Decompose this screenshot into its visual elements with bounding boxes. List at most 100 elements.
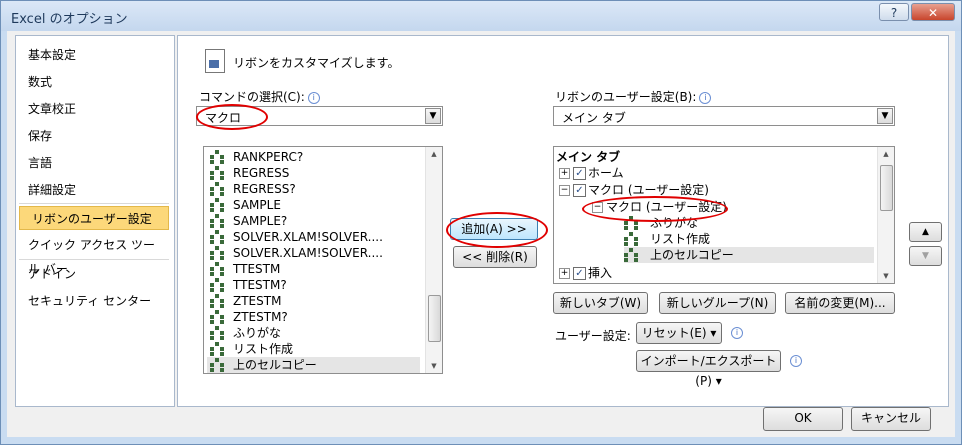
cancel-button[interactable]: キャンセル (851, 407, 931, 431)
command-list-item[interactable]: 上のセルコピー (207, 357, 420, 373)
nav-item-formulas[interactable]: 数式 (16, 70, 166, 94)
command-list-item[interactable]: ZTESTM (207, 293, 420, 309)
command-list-item[interactable]: REGRESS (207, 165, 420, 181)
title-bar: Excel のオプション ? ✕ (1, 1, 961, 31)
command-list-item[interactable]: リスト作成 (207, 341, 420, 357)
customize-ribbon-value: メイン タブ (562, 111, 626, 125)
checkbox-checked-icon[interactable]: ✓ (573, 267, 586, 280)
scroll-down-icon[interactable]: ▼ (878, 269, 894, 283)
nav-item-save[interactable]: 保存 (16, 124, 166, 148)
tree-child-item-label: リスト作成 (650, 232, 711, 246)
ribbon-tree-scrollbar[interactable]: ▲ ▼ (877, 147, 894, 283)
new-group-button[interactable]: 新しいグループ(N) (659, 292, 776, 314)
dialog-client: 基本設定 数式 文章校正 保存 言語 詳細設定 リボンのユーザー設定 クイック … (7, 31, 955, 437)
customize-ribbon-panel: リボンをカスタマイズします。 コマンドの選択(C): i マクロ ▼ ▲ ▼ RA… (177, 35, 949, 407)
command-list-item[interactable]: ZTESTM? (207, 309, 420, 325)
nav-item-language[interactable]: 言語 (16, 151, 166, 175)
new-tab-button[interactable]: 新しいタブ(W) (553, 292, 648, 314)
macro-icon (624, 248, 638, 262)
nav-item-proofing[interactable]: 文章校正 (16, 97, 166, 121)
category-nav: 基本設定 数式 文章校正 保存 言語 詳細設定 リボンのユーザー設定 クイック … (15, 35, 175, 407)
command-list-item[interactable]: REGRESS? (207, 181, 420, 197)
macro-icon (210, 230, 224, 244)
tree-child-item[interactable]: ふりがな (624, 215, 874, 231)
reset-button[interactable]: リセット(E) ▾ (636, 322, 722, 344)
command-list-item[interactable]: SAMPLE (207, 197, 420, 213)
command-list-item[interactable]: TTESTM? (207, 277, 420, 293)
tree-item-insert[interactable]: + ✓ 挿入 (559, 265, 869, 281)
choose-commands-dropdown[interactable]: マクロ ▼ (196, 106, 443, 126)
chevron-down-icon[interactable]: ▼ (877, 108, 893, 124)
help-button[interactable]: ? (879, 3, 909, 21)
command-list-item-label: TTESTM (233, 262, 281, 276)
command-list-item[interactable]: SOLVER.XLAM!SOLVER.... (207, 245, 420, 261)
command-list-item-label: REGRESS (233, 166, 290, 180)
command-list-item-label: SOLVER.XLAM!SOLVER.... (233, 246, 383, 260)
command-list-item-label: SAMPLE (233, 198, 281, 212)
options-dialog: Excel のオプション ? ✕ 基本設定 数式 文章校正 保存 言語 詳細設定… (0, 0, 962, 445)
tree-item-home-label: ホーム (588, 166, 624, 180)
scroll-up-icon[interactable]: ▲ (426, 147, 442, 161)
close-button[interactable]: ✕ (911, 3, 955, 21)
nav-divider (19, 259, 169, 260)
window-title: Excel のオプション (11, 12, 128, 27)
tree-item-insert-label: 挿入 (588, 266, 613, 280)
choose-commands-value: マクロ (205, 111, 242, 125)
macro-icon (210, 358, 224, 372)
tree-item-macro-tab-label: マクロ (ユーザー設定) (588, 183, 709, 197)
nav-item-advanced[interactable]: 詳細設定 (16, 178, 166, 202)
collapse-icon[interactable]: − (592, 202, 603, 213)
scroll-thumb[interactable] (428, 295, 441, 342)
chevron-down-icon[interactable]: ▼ (425, 108, 441, 124)
tree-item-home[interactable]: + ✓ ホーム (559, 165, 869, 181)
scroll-up-icon[interactable]: ▲ (878, 147, 894, 161)
move-down-button[interactable]: ▼ (909, 246, 942, 266)
command-list-item[interactable]: ふりがな (207, 325, 420, 341)
macro-icon (210, 214, 224, 228)
rename-button[interactable]: 名前の変更(M)... (785, 292, 895, 314)
scroll-thumb[interactable] (880, 165, 893, 211)
move-up-button[interactable]: ▲ (909, 222, 942, 242)
remove-button[interactable]: << 削除(R) (453, 246, 537, 268)
import-export-button[interactable]: インポート/エクスポート(P) ▾ (636, 350, 781, 388)
tree-item-macro-group[interactable]: − マクロ (ユーザー設定) (592, 199, 872, 215)
macro-icon (210, 198, 224, 212)
checkbox-checked-icon[interactable]: ✓ (573, 167, 586, 180)
tree-child-item-label: 上のセルコピー (650, 248, 734, 262)
checkbox-checked-icon[interactable]: ✓ (573, 184, 586, 197)
commands-list-scrollbar[interactable]: ▲ ▼ (425, 147, 442, 373)
customize-ribbon-label: リボンのユーザー設定(B): i (555, 88, 712, 105)
customize-ribbon-label-text: リボンのユーザー設定(B): (555, 90, 697, 104)
scroll-down-icon[interactable]: ▼ (426, 359, 442, 373)
expand-icon[interactable]: + (559, 268, 570, 279)
macro-icon (210, 182, 224, 196)
ok-button[interactable]: OK (763, 407, 843, 431)
add-button[interactable]: 追加(A) >> (450, 218, 538, 240)
command-list-item[interactable]: SOLVER.XLAM!SOLVER.... (207, 229, 420, 245)
command-list-item-label: ZTESTM (233, 294, 282, 308)
collapse-icon[interactable]: − (559, 185, 570, 196)
info-icon: i (790, 355, 802, 367)
ribbon-tree[interactable]: ▲ ▼ メイン タブ + ✓ ホーム − ✓ マクロ (ユーザー設定) − マク… (553, 146, 895, 284)
macro-icon (210, 150, 224, 164)
nav-item-addins[interactable]: アドイン (16, 262, 166, 286)
nav-item-trust-center[interactable]: セキュリティ センター (16, 289, 166, 313)
tree-item-macro-tab[interactable]: − ✓ マクロ (ユーザー設定) (559, 182, 869, 198)
macro-icon (210, 262, 224, 276)
customize-ribbon-dropdown[interactable]: メイン タブ ▼ (553, 106, 895, 126)
command-list-item[interactable]: SAMPLE? (207, 213, 420, 229)
choose-commands-label-text: コマンドの選択(C): (199, 90, 305, 104)
choose-commands-label: コマンドの選択(C): i (199, 88, 320, 105)
command-list-item[interactable]: RANKPERC? (207, 149, 420, 165)
command-list-item-label: RANKPERC? (233, 150, 304, 164)
nav-item-general[interactable]: 基本設定 (16, 43, 166, 67)
nav-item-quick-access-toolbar[interactable]: クイック アクセス ツール バー (16, 233, 166, 276)
command-list-item-label: SAMPLE? (233, 214, 288, 228)
commands-list[interactable]: ▲ ▼ RANKPERC? REGRESS REGRESS? SAMPLE SAMPLE… (203, 146, 443, 374)
expand-icon[interactable]: + (559, 168, 570, 179)
nav-item-customize-ribbon[interactable]: リボンのユーザー設定 (19, 206, 169, 230)
tree-child-item[interactable]: 上のセルコピー (624, 247, 874, 263)
info-icon: i (307, 92, 320, 104)
tree-child-item[interactable]: リスト作成 (624, 231, 874, 247)
command-list-item[interactable]: TTESTM (207, 261, 420, 277)
